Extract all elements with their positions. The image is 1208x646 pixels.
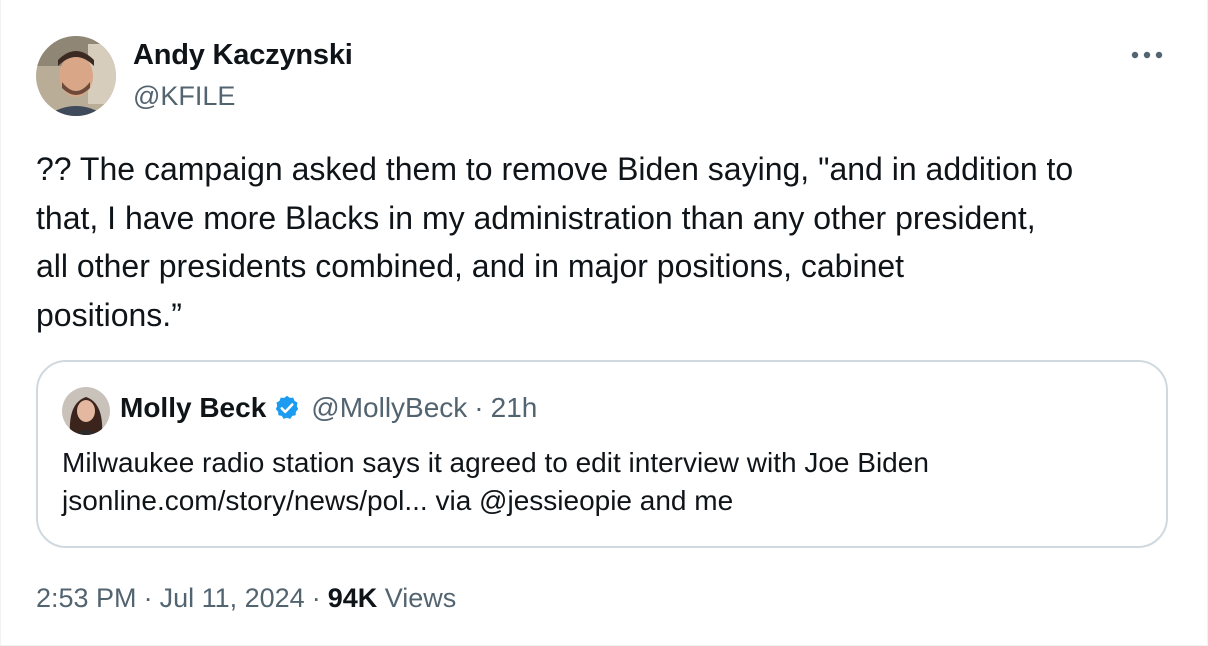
views-count: 94K: [327, 583, 378, 613]
quoted-author-handle[interactable]: @MollyBeck: [311, 392, 467, 424]
verified-badge-icon: [273, 394, 301, 422]
more-horizontal-icon: [1130, 47, 1164, 65]
more-options-button[interactable]: [1127, 40, 1167, 72]
author-name[interactable]: Andy Kaczynski: [133, 39, 353, 72]
quoted-tweet-header: Molly Beck @MollyBeck · 21h: [120, 392, 537, 424]
quoted-tweet-time[interactable]: 21h: [491, 392, 538, 424]
separator-dot: ·: [474, 392, 484, 423]
views-label: Views: [384, 583, 457, 613]
quoted-tweet-text: Milwaukee radio station says it agreed t…: [62, 447, 929, 516]
quoted-author-avatar[interactable]: [62, 387, 110, 435]
tweet-date[interactable]: Jul 11, 2024: [160, 583, 305, 613]
tweet-time[interactable]: 2:53 PM: [36, 583, 137, 613]
author-handle[interactable]: @KFILE: [133, 81, 235, 112]
tweet-card: Andy Kaczynski @KFILE ?? The campaign as…: [0, 0, 1208, 646]
separator-dot: ·: [143, 583, 153, 613]
separator-dot: ·: [311, 583, 321, 613]
quoted-author-name[interactable]: Molly Beck: [120, 392, 266, 424]
author-avatar[interactable]: [36, 36, 116, 116]
tweet-text: ?? The campaign asked them to remove Bid…: [36, 151, 1074, 333]
tweet-meta: 2:53 PM · Jul 11, 2024 · 94K Views: [36, 583, 456, 614]
quoted-tweet[interactable]: Molly Beck @MollyBeck · 21h Milwaukee ra…: [36, 360, 1168, 548]
